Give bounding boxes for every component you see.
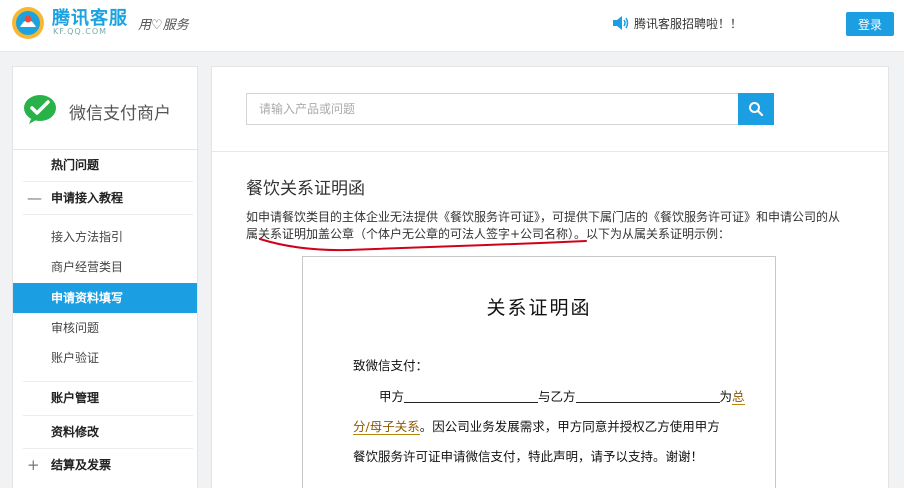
login-button[interactable]: 登录 bbox=[846, 12, 894, 36]
top-bar: 腾讯客服 KF.QQ.COM 用♡服务 腾讯客服招聘啦！！ 登录 bbox=[0, 0, 904, 52]
sidebar-item-label: 结算及发票 bbox=[51, 458, 112, 472]
document-salutation: 致微信支付： bbox=[353, 358, 429, 373]
red-underline-annotation bbox=[259, 238, 587, 252]
collapse-icon[interactable]: — bbox=[27, 183, 42, 213]
article-title: 餐饮关系证明函 bbox=[246, 179, 365, 199]
sidebar-subitem-business-category[interactable]: 商户经营类目 bbox=[13, 252, 197, 282]
blank-line bbox=[404, 390, 539, 403]
blank-line bbox=[575, 390, 720, 403]
relation-text: 分/母子关系 bbox=[353, 419, 420, 435]
document-line: 分/母子关系。因公司业务发展需求，甲方同意并授权乙方使用甲方 bbox=[353, 416, 720, 435]
party-b-label: 与乙方 bbox=[538, 389, 576, 404]
document-text: 为 bbox=[719, 389, 733, 404]
sidebar: 微信支付商户 热门问题 — 申请接入教程 接入方法指引 商户经营类目 申请资料填… bbox=[12, 66, 199, 488]
sidebar-subitem-access-guide[interactable]: 接入方法指引 bbox=[13, 222, 197, 252]
speaker-icon bbox=[613, 16, 629, 30]
divider bbox=[23, 381, 193, 382]
sidebar-item-apply-tutorial[interactable]: — 申请接入教程 bbox=[13, 183, 197, 213]
slogan: 用♡服务 bbox=[138, 18, 189, 33]
party-a-label: 甲方 bbox=[379, 389, 405, 404]
sidebar-subitem-application-info[interactable]: 申请资料填写 bbox=[13, 283, 197, 313]
article-paragraph: 如申请餐饮类目的主体企业无法提供《餐饮服务许可证》，可提供下属门店的《餐饮服务许… bbox=[246, 210, 841, 224]
wechat-pay-icon bbox=[24, 95, 56, 124]
sidebar-item-label: 申请接入教程 bbox=[51, 191, 124, 205]
document-text: 。因公司业务发展需求，甲方同意并授权乙方使用甲方 bbox=[419, 419, 720, 434]
sidebar-item-hot[interactable]: 热门问题 bbox=[13, 150, 197, 180]
divider bbox=[23, 415, 193, 416]
expand-icon[interactable]: + bbox=[27, 450, 40, 480]
document-line: 甲方 与乙方 为总 bbox=[379, 386, 745, 405]
sidebar-subitem-review[interactable]: 审核问题 bbox=[13, 313, 197, 343]
divider bbox=[23, 214, 193, 215]
document-title: 关系证明函 bbox=[486, 297, 592, 319]
document-line: 餐饮服务许可证申请微信支付，特此声明，请予以支持。谢谢！ bbox=[353, 449, 704, 464]
main-panel: 餐饮关系证明函 如申请餐饮类目的主体企业无法提供《餐饮服务许可证》，可提供下属门… bbox=[211, 66, 889, 488]
sidebar-brand-name: 微信支付商户 bbox=[69, 104, 171, 124]
logo-subtext: KF.QQ.COM bbox=[53, 27, 108, 36]
sidebar-subitem-account-verify[interactable]: 账户验证 bbox=[13, 343, 197, 373]
divider bbox=[23, 181, 193, 182]
divider bbox=[23, 448, 193, 449]
search-button[interactable] bbox=[738, 93, 774, 125]
sidebar-item-settlement[interactable]: + 结算及发票 bbox=[13, 450, 197, 480]
sidebar-item-account[interactable]: 账户管理 bbox=[13, 383, 197, 413]
divider bbox=[212, 151, 888, 152]
sidebar-item-profile-edit[interactable]: 资料修改 bbox=[13, 417, 197, 447]
search-input[interactable] bbox=[246, 93, 740, 125]
search-icon bbox=[749, 102, 764, 117]
recruit-notice-link[interactable]: 腾讯客服招聘啦！！ bbox=[634, 15, 742, 32]
relationship-letter-image: 关系证明函 致微信支付： 甲方 与乙方 为总 分/母子关系。因公司业务发展需求，甲方… bbox=[302, 256, 776, 488]
sidebar-brand: 微信支付商户 bbox=[23, 93, 193, 127]
tencent-kf-logo-icon[interactable] bbox=[10, 5, 46, 41]
relation-text: 总 bbox=[732, 389, 745, 405]
